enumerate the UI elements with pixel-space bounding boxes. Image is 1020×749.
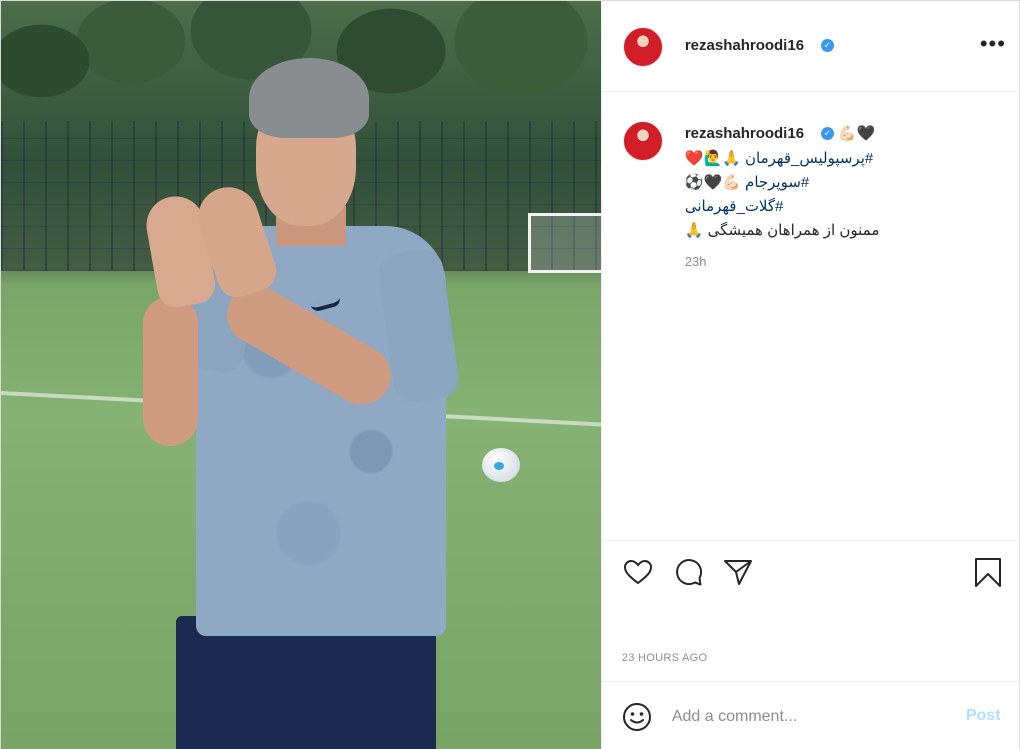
post-photo[interactable] <box>1 1 601 749</box>
photo-arm-left <box>143 296 198 446</box>
action-bar <box>601 540 1020 600</box>
photo-hair <box>249 58 369 138</box>
caption-timestamp[interactable]: 23h <box>685 254 707 269</box>
share-icon[interactable] <box>722 556 754 588</box>
heart-icon[interactable] <box>622 556 654 588</box>
photo-goal <box>528 213 601 273</box>
emoji-icon[interactable] <box>622 702 652 732</box>
bookmark-icon[interactable] <box>972 556 1004 588</box>
post-date[interactable]: 23 HOURS AGO <box>622 652 708 664</box>
comment-bar: Post <box>601 681 1020 749</box>
post-dialog: rezashahroodi16 ✓ ••• rezashahroodi16 ✓ … <box>0 0 1020 749</box>
caption-verified-badge-icon: ✓ <box>820 127 834 140</box>
caption-hashtag-line[interactable]: #گلات_قهرمانی <box>685 197 784 215</box>
verified-badge-icon: ✓ <box>820 39 834 52</box>
caption-block: rezashahroodi16 ✓ 💪🏻🖤 #پرسپولیس_قهرمان 🙏… <box>602 93 1020 540</box>
avatar[interactable] <box>622 27 663 67</box>
photo-person <box>131 56 462 749</box>
caption-text-line: ممنون از همراهان همیشگی 🙏 <box>684 222 880 239</box>
caption-hashtag-line[interactable]: #پرسپولیس_قهرمان 🙏🙋‍♂️❤️ <box>685 149 873 167</box>
comment-icon[interactable] <box>672 556 704 588</box>
caption-avatar[interactable] <box>622 121 663 161</box>
caption-hashtag-line[interactable]: #سوپرجام 💪🏻🖤⚽ <box>685 173 809 191</box>
post-comment-button[interactable]: Post <box>966 707 1001 725</box>
caption-emoji: 💪🏻🖤 <box>837 125 876 142</box>
username-link[interactable]: rezashahroodi16 <box>685 37 804 54</box>
more-options-icon[interactable]: ••• <box>980 33 1006 55</box>
comment-input[interactable] <box>671 704 952 730</box>
photo-ball <box>482 448 520 482</box>
caption-username-link[interactable]: rezashahroodi16 <box>685 125 804 142</box>
post-sidebar: rezashahroodi16 ✓ ••• rezashahroodi16 ✓ … <box>600 1 1020 749</box>
post-header: rezashahroodi16 ✓ ••• <box>601 1 1020 92</box>
